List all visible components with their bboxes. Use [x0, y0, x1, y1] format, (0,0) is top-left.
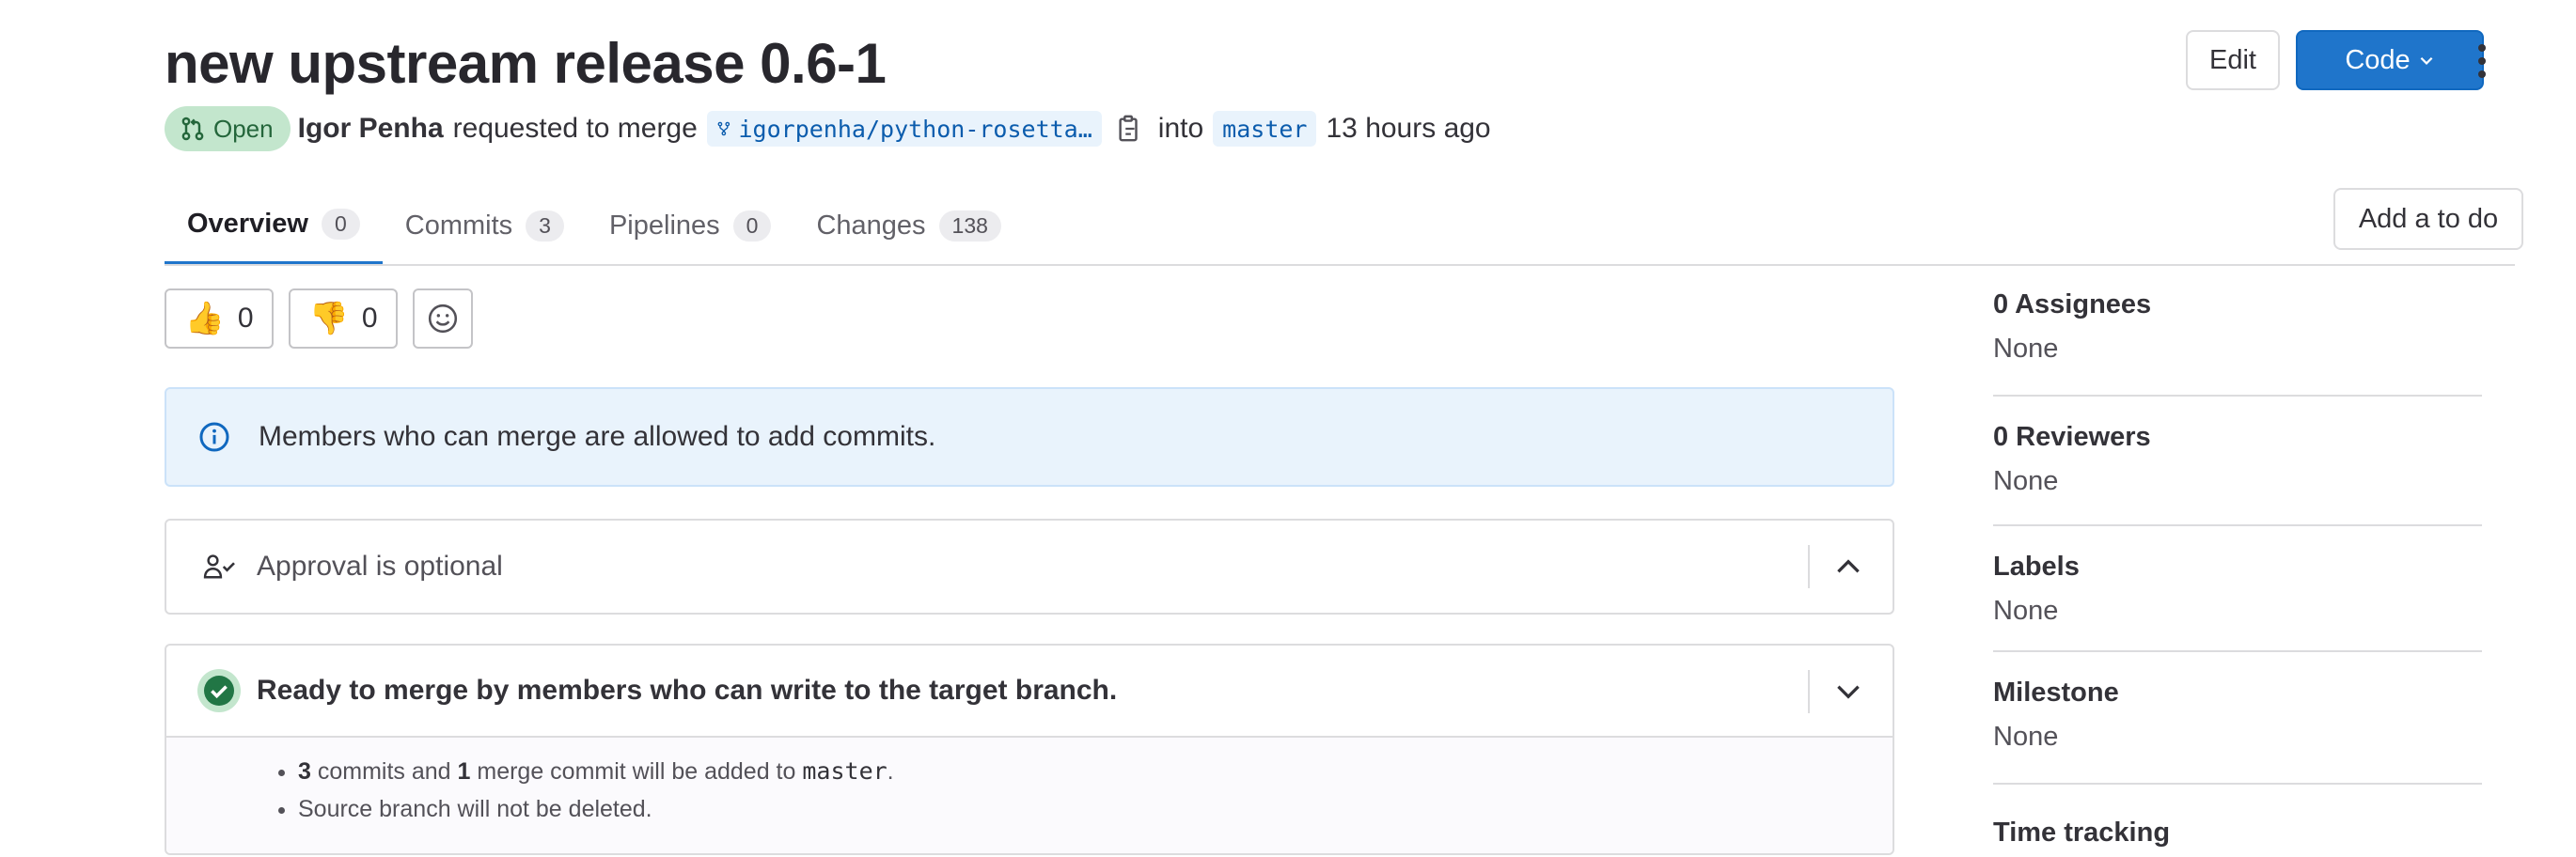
tab-changes[interactable]: Changes 138: [793, 186, 1023, 265]
sidebar-divider: [1993, 783, 2482, 785]
tab-count: 3: [526, 210, 564, 242]
list-item: Source branch will not be deleted.: [298, 790, 1893, 828]
author-link[interactable]: Igor Penha: [298, 113, 444, 145]
chevron-up-icon[interactable]: [1832, 551, 1864, 583]
chevron-down-icon: [2420, 56, 2433, 65]
panel-divider: [1808, 670, 1810, 713]
sidebar-labels: Labels None: [1993, 552, 2482, 627]
merge-details: 3 commits and 1 merge commit will be add…: [166, 738, 1893, 853]
source-branch[interactable]: igorpenha/python-rosetta…: [706, 111, 1102, 147]
merge-request-meta: Open Igor Penha requested to merge igorp…: [165, 105, 1491, 152]
thumbs-down-button[interactable]: 👎 0: [289, 288, 398, 349]
merge-request-tabs: Overview 0 Commits 3 Pipelines 0 Changes…: [165, 186, 1024, 265]
add-reaction-button[interactable]: [413, 288, 473, 349]
source-branch-label: igorpenha/python-rosetta…: [738, 115, 1092, 143]
merge-status-title: Ready to merge by members who can write …: [257, 675, 1118, 706]
sidebar-divider: [1993, 524, 2482, 526]
edit-button[interactable]: Edit: [2186, 30, 2280, 90]
tab-count: 138: [938, 210, 1001, 242]
tab-count: 0: [321, 208, 360, 240]
tab-commits[interactable]: Commits 3: [383, 186, 587, 265]
code-button-label: Code: [2345, 44, 2411, 75]
merge-action-text: requested to merge: [452, 113, 698, 144]
sidebar-reviewers: 0 Reviewers None: [1993, 422, 2482, 497]
status-badge: Open: [165, 106, 291, 151]
merge-request-icon: [181, 117, 204, 141]
info-message: Members who can merge are allowed to add…: [259, 421, 936, 452]
sidebar-divider: [1993, 395, 2482, 397]
thumbs-up-icon: 👍: [184, 301, 225, 336]
tab-count: 0: [732, 210, 772, 242]
approval-icon: [203, 554, 235, 579]
target-branch-code: master: [802, 757, 887, 785]
target-branch[interactable]: master: [1213, 111, 1317, 147]
commits-count: 3: [298, 758, 311, 785]
status-label: Open: [213, 114, 274, 143]
tab-pipelines[interactable]: Pipelines 0: [587, 186, 793, 265]
sidebar-milestone: Milestone None: [1993, 678, 2482, 753]
tab-label: Pipelines: [608, 210, 720, 241]
assignees-title: 0 Assignees: [1993, 289, 2152, 319]
panel-divider: [1808, 545, 1810, 588]
thumbs-up-count: 0: [237, 303, 254, 334]
created-time: 13 hours ago: [1326, 113, 1491, 144]
smiley-icon: [428, 304, 458, 334]
milestone-title: Milestone: [1993, 678, 2119, 708]
reviewers-value: None: [1993, 466, 2059, 496]
code-button[interactable]: Code: [2296, 30, 2484, 90]
page-title: new upstream release 0.6-1: [165, 32, 887, 95]
period-text: .: [887, 758, 894, 785]
sidebar-time-tracking: Time tracking: [1993, 818, 2482, 849]
labels-title: Labels: [1993, 552, 2080, 582]
copy-branch-icon[interactable]: [1115, 114, 1143, 144]
commits-text: commits and: [310, 758, 458, 785]
info-alert: Members who can merge are allowed to add…: [165, 387, 1894, 487]
tab-overview[interactable]: Overview 0: [165, 186, 383, 265]
approval-label: Approval is optional: [257, 551, 503, 582]
labels-value: None: [1993, 596, 2059, 626]
thumbs-down-count: 0: [361, 303, 378, 334]
branch-icon: [717, 121, 730, 136]
merge-commit-text: merge commit will be added to: [470, 758, 803, 785]
milestone-value: None: [1993, 722, 2059, 752]
merge-details-list: 3 commits and 1 merge commit will be add…: [298, 753, 1893, 828]
tab-label: Changes: [816, 210, 926, 241]
merge-panel: Ready to merge by members who can write …: [165, 644, 1894, 855]
thumbs-down-icon: 👎: [308, 301, 349, 336]
assignees-value: None: [1993, 334, 2059, 364]
add-todo-button[interactable]: Add a to do: [2333, 188, 2523, 250]
chevron-down-icon[interactable]: [1832, 676, 1864, 708]
sidebar-divider: [1993, 650, 2482, 652]
success-check-icon: [197, 669, 241, 712]
sidebar-assignees: 0 Assignees None: [1993, 289, 2482, 365]
more-actions-icon[interactable]: [2468, 38, 2496, 85]
tabs-divider: [165, 264, 2515, 266]
time-tracking-title: Time tracking: [1993, 818, 2171, 848]
reviewers-title: 0 Reviewers: [1993, 422, 2151, 452]
list-item: 3 commits and 1 merge commit will be add…: [298, 753, 1893, 790]
tab-label: Commits: [404, 210, 513, 241]
merge-commit-count: 1: [457, 758, 471, 785]
into-text: into: [1157, 113, 1204, 144]
thumbs-up-button[interactable]: 👍 0: [165, 288, 274, 349]
tab-label: Overview: [187, 208, 308, 239]
info-icon: [199, 422, 229, 452]
approval-panel: Approval is optional: [165, 519, 1894, 615]
